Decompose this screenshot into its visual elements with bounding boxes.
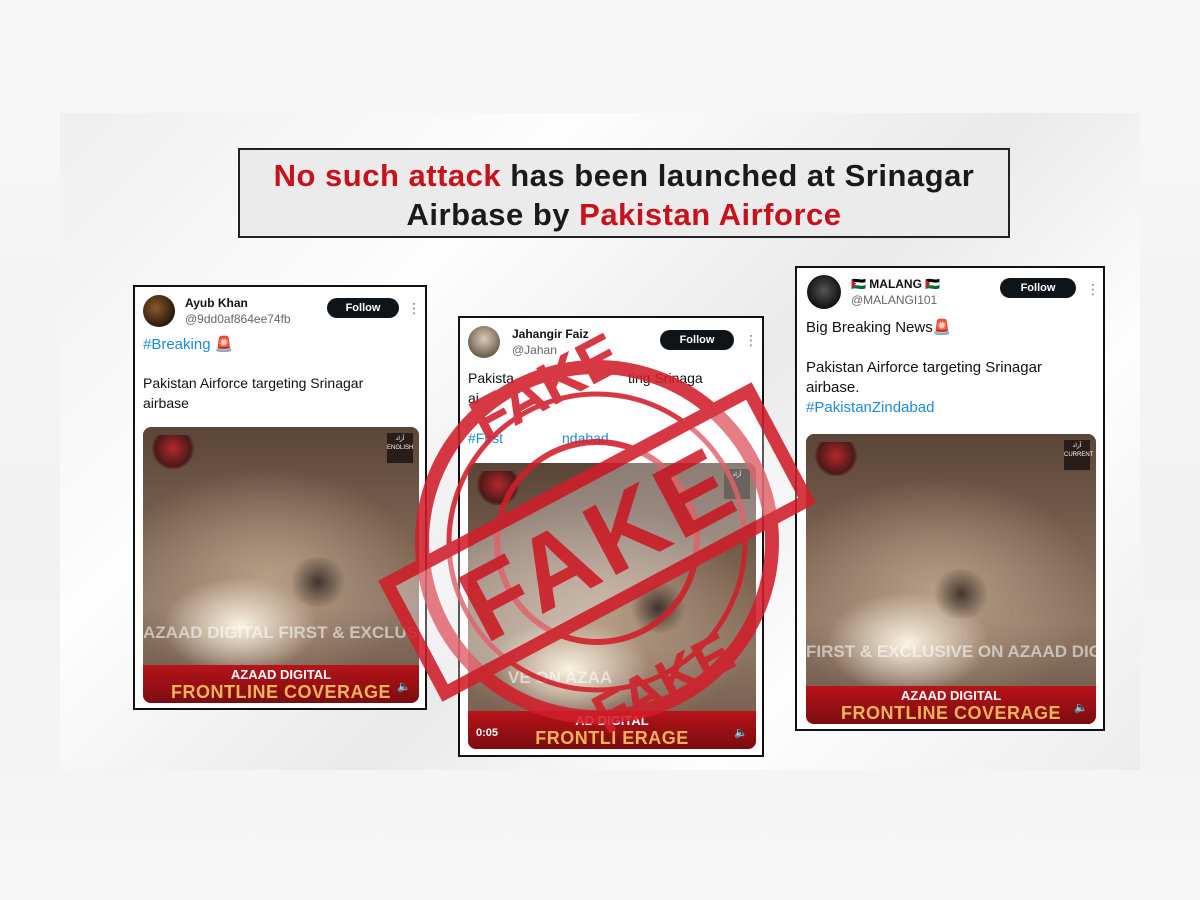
user-handle[interactable]: @Jahan bbox=[512, 343, 557, 357]
tree-silhouette bbox=[931, 569, 991, 619]
post-hashtag-tail[interactable]: ndabad bbox=[562, 428, 609, 448]
channel-logo-icon bbox=[476, 471, 520, 505]
video-banner: AD DIGITAL FRONTLI ERAGE bbox=[468, 711, 756, 749]
video-ticker: AZAAD DIGITAL FIRST & EXCLUSIVE bbox=[143, 623, 419, 642]
video-ticker: VE ON AZAA bbox=[508, 668, 613, 687]
volume-icon[interactable]: 🔈 bbox=[734, 726, 748, 739]
post-video[interactable]: آزاد ENGLISH AZAAD DIGITAL FIRST & EXCLUS… bbox=[143, 427, 419, 703]
post-body: Pakistan Airforce targeting Srinagar air… bbox=[143, 375, 364, 411]
banner-line2: FRONTLINE COVERAGE bbox=[170, 682, 391, 702]
post-body-line2: ting Srinaga bbox=[628, 370, 703, 386]
post-hashtag[interactable]: #First bbox=[468, 428, 503, 448]
azaad-brand-icon: آزاد ENGLISH bbox=[387, 433, 413, 463]
user-name[interactable]: 🇵🇸 MALANG 🇵🇸 bbox=[851, 277, 940, 291]
post-hashtag[interactable]: #PakistanZindabad bbox=[806, 398, 934, 418]
banner-line1: AZAAD DIGITAL bbox=[900, 688, 1002, 703]
user-name[interactable]: Ayub Khan bbox=[185, 296, 248, 310]
video-banner: AZAAD DIGITAL FRONTLINE COVERAGE bbox=[806, 686, 1096, 724]
follow-button[interactable]: Follow bbox=[1000, 278, 1076, 298]
headline-red-part1: No such attack bbox=[273, 158, 502, 193]
video-timestamp: 0:05 bbox=[476, 727, 499, 739]
user-handle[interactable]: @9dd0af864ee74fb bbox=[185, 312, 291, 326]
follow-button[interactable]: Follow bbox=[327, 298, 399, 318]
post-hashtag[interactable]: #Breaking 🚨 bbox=[143, 335, 233, 355]
volume-icon[interactable]: 🔈 bbox=[1074, 701, 1088, 714]
fact-check-headline: No such attack has been launched at Srin… bbox=[238, 148, 1010, 238]
brand-subtitle: ENGLISH bbox=[387, 445, 414, 451]
channel-logo-icon bbox=[151, 435, 195, 469]
user-name[interactable]: Jahangir Faiz bbox=[512, 327, 589, 341]
avatar[interactable] bbox=[143, 295, 175, 327]
banner-line1: AD DIGITAL bbox=[575, 713, 649, 728]
azaad-brand-icon: آزاد bbox=[724, 469, 750, 499]
post-body-line3: ai bbox=[468, 390, 479, 406]
avatar[interactable] bbox=[468, 326, 500, 358]
banner-line2: FRONTLINE COVERAGE bbox=[840, 703, 1061, 723]
post-video[interactable]: آزاد CURRENT FIRST & EXCLUSIVE ON AZAAD D… bbox=[806, 434, 1096, 724]
post-body: Pakistan Airforce targeting Srinagar air… bbox=[806, 359, 1042, 396]
more-options-icon[interactable]: ⋮ bbox=[744, 333, 758, 347]
tweet-card-jahangir-faiz: Jahangir Faiz @Jahan Follow ⋮ Pakista ti… bbox=[458, 316, 764, 757]
more-options-icon[interactable]: ⋮ bbox=[407, 301, 421, 315]
follow-button[interactable]: Follow bbox=[660, 330, 734, 350]
brand-subtitle: CURRENT bbox=[1064, 452, 1094, 458]
post-video[interactable]: آزاد VE ON AZAA AD DIGITAL FRONTLI ERAGE… bbox=[468, 463, 756, 749]
tweet-card-malang: 🇵🇸 MALANG 🇵🇸 @MALANGI101 Follow ⋮ Big Br… bbox=[795, 266, 1105, 731]
tree-silhouette bbox=[288, 557, 348, 607]
video-ticker: FIRST & EXCLUSIVE ON AZAAD DIG bbox=[806, 642, 1096, 661]
tree-silhouette bbox=[628, 583, 688, 633]
banner-line2: FRONTLI ERAGE bbox=[535, 728, 689, 748]
video-banner: AZAAD DIGITAL FRONTLINE COVERAGE bbox=[143, 665, 419, 703]
avatar[interactable] bbox=[807, 275, 841, 309]
volume-icon[interactable]: 🔈 bbox=[397, 680, 411, 693]
post-body-line1: Pakista bbox=[468, 370, 514, 386]
banner-line1: AZAAD DIGITAL bbox=[230, 667, 332, 682]
channel-logo-icon bbox=[814, 442, 858, 476]
tweet-card-ayub-khan: Ayub Khan @9dd0af864ee74fb Follow ⋮ #Bre… bbox=[133, 285, 427, 710]
post-headline: Big Breaking News🚨 bbox=[806, 319, 952, 336]
azaad-brand-icon: آزاد CURRENT bbox=[1064, 440, 1094, 470]
user-handle[interactable]: @MALANGI101 bbox=[851, 293, 937, 307]
more-options-icon[interactable]: ⋮ bbox=[1086, 282, 1100, 296]
headline-red-part3: Pakistan Airforce bbox=[579, 197, 842, 232]
